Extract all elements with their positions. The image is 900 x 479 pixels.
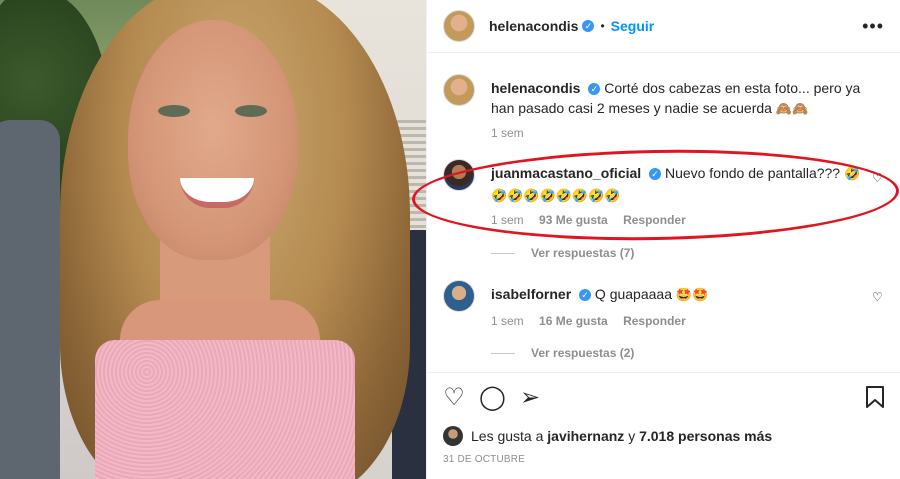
comment-likes[interactable]: 16 Me gusta (539, 314, 608, 328)
author-username[interactable]: helenacondis (489, 18, 578, 34)
header-separator: • (600, 19, 605, 33)
caption-meta: 1 sem (491, 126, 536, 140)
comment-item: juanmacastano_oficial ✓ Nuevo fondo de p… (443, 159, 884, 239)
replies-line (491, 352, 515, 354)
comment-item: isabelforner ✓ Q guapaaaa 🤩🤩 ♡ 1 sem 16 … (443, 280, 884, 340)
likes-count[interactable]: 7.018 personas más (639, 428, 772, 444)
liker-avatar (443, 426, 463, 446)
comment-avatar[interactable] (443, 159, 475, 191)
face (128, 20, 298, 260)
author-avatar[interactable] (443, 10, 475, 42)
like-heart-icon[interactable]: ♡ (441, 385, 467, 411)
comment-body: isabelforner ✓ Q guapaaaa 🤩🤩 (491, 284, 862, 306)
caption: helenacondis ✓ Corté dos cabezas en esta… (443, 74, 884, 144)
left-eye (158, 105, 190, 117)
post-header: helenacondis ✓ • Seguir ••• (427, 0, 900, 53)
comment-meta: 1 sem 93 Me gusta Responder (491, 213, 698, 227)
comment-bubble-icon[interactable]: ◯ (479, 385, 506, 411)
bookmark-shape (866, 386, 884, 408)
comments-list[interactable]: helenacondis ✓ Corté dos cabezas en esta… (411, 54, 900, 372)
post-photo[interactable] (0, 0, 426, 479)
reply-button[interactable]: Responder (623, 314, 686, 328)
post-actions-bar: ♡ ◯ ➢ (427, 372, 900, 424)
comment-body: juanmacastano_oficial ✓ Nuevo fondo de p… (491, 163, 862, 207)
comment-time[interactable]: 1 sem (491, 213, 524, 227)
likes-summary[interactable]: Les gusta a javihernanz y 7.018 personas… (443, 426, 772, 446)
bookmark-icon[interactable] (862, 385, 888, 411)
comment-username[interactable]: juanmacastano_oficial (491, 165, 641, 181)
caption-time[interactable]: 1 sem (491, 126, 524, 140)
comment-emoji: 🤩🤩 (675, 288, 709, 303)
pink-dress (95, 340, 355, 479)
replies-line (491, 252, 515, 254)
more-icon[interactable]: ••• (862, 16, 884, 37)
cropped-person-left (0, 120, 60, 479)
right-eye (235, 105, 267, 117)
comment-text: Nuevo fondo de pantalla??? (664, 165, 841, 181)
caption-username[interactable]: helenacondis (491, 80, 580, 96)
liker-username[interactable]: javihernanz (547, 428, 624, 444)
view-replies-button[interactable]: Ver respuestas (2) (491, 346, 634, 360)
comment-username[interactable]: isabelforner (491, 286, 571, 302)
post-side-panel: helenacondis ✓ • Seguir ••• helenacondis… (411, 0, 900, 479)
follow-button[interactable]: Seguir (611, 18, 655, 34)
verified-badge-icon: ✓ (588, 83, 601, 96)
view-replies-button[interactable]: Ver respuestas (7) (491, 246, 634, 260)
reply-button[interactable]: Responder (623, 213, 686, 227)
caption-emoji: 🙈🙈 (775, 102, 809, 117)
verified-badge-icon: ✓ (579, 289, 592, 302)
comment-avatar[interactable] (443, 280, 475, 312)
verified-badge-icon: ✓ (582, 20, 595, 32)
comment-time[interactable]: 1 sem (491, 314, 524, 328)
caption-body: helenacondis ✓ Corté dos cabezas en esta… (491, 78, 862, 120)
view-replies-label: Ver respuestas (7) (531, 246, 635, 260)
caption-avatar[interactable] (443, 74, 475, 106)
comment-meta: 1 sem 16 Me gusta Responder (491, 314, 698, 328)
comment-text: Q guapaaaa (594, 286, 672, 302)
comment-likes[interactable]: 93 Me gusta (539, 213, 608, 227)
share-send-icon[interactable]: ➢ (517, 385, 543, 411)
view-replies-label: Ver respuestas (2) (531, 346, 635, 360)
likes-connector: y (628, 428, 636, 444)
verified-badge-icon: ✓ (649, 168, 662, 181)
post-date[interactable]: 31 DE OCTUBRE (443, 454, 525, 465)
comment-like-heart-icon[interactable]: ♡ (872, 171, 884, 185)
comment-like-heart-icon[interactable]: ♡ (872, 290, 884, 304)
likes-prefix: Les gusta a (471, 428, 544, 444)
